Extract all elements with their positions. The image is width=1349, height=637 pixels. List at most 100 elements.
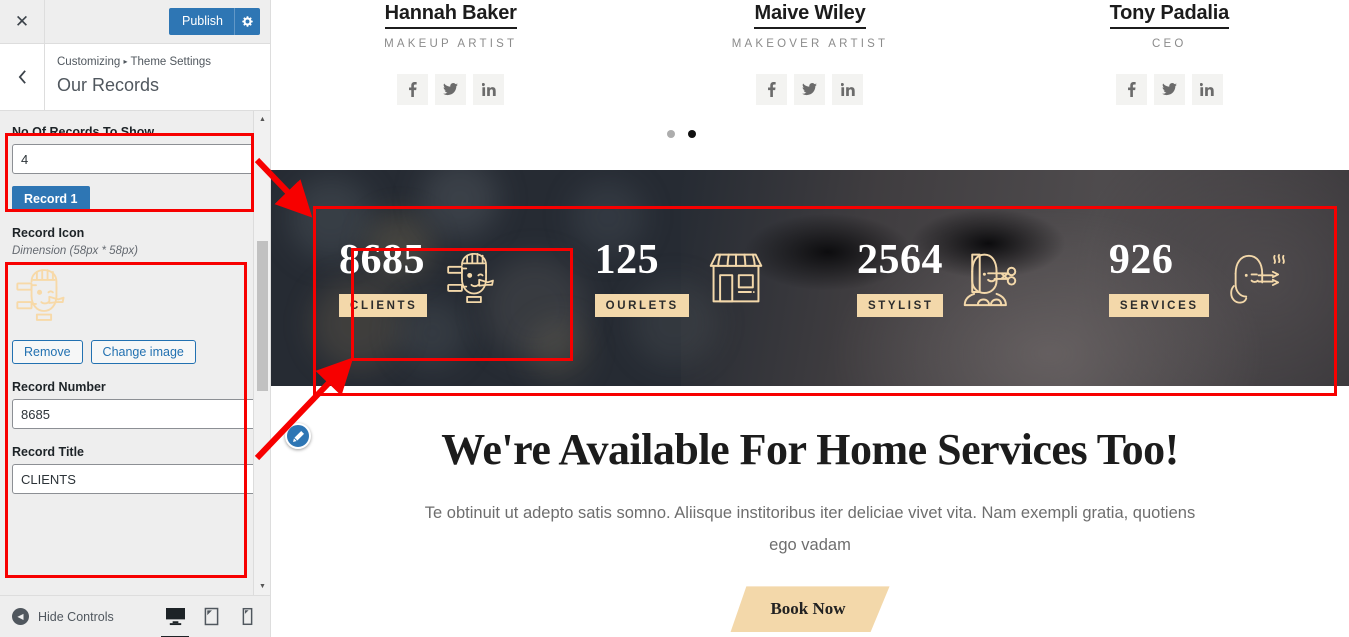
facebook-icon[interactable] — [1115, 74, 1147, 105]
record-icon-buttons: Remove Change image — [12, 340, 258, 364]
record-text: 8685 CLIENTS — [339, 237, 428, 317]
publish-area: Publish — [45, 0, 270, 43]
storefront-icon — [709, 253, 763, 303]
scroll-up-arrow-icon[interactable]: ▲ — [254, 111, 270, 128]
record-number: 8685 — [339, 237, 426, 283]
customizer-screen: ✕ Publish Customizing ▸ Theme Settings O… — [0, 0, 1349, 637]
sidebar-scrollbar[interactable]: ▲ ▼ — [253, 111, 270, 595]
team-member-name[interactable]: Tony Padalia — [1109, 2, 1229, 29]
record-icon — [1225, 249, 1287, 307]
linkedin-icon[interactable] — [473, 74, 505, 105]
record-icon-dimension: Dimension (58px * 58px) — [12, 245, 138, 257]
remove-image-button[interactable]: Remove — [12, 340, 83, 364]
device-desktop-button[interactable] — [161, 605, 189, 637]
page-title: Our Records — [57, 75, 160, 95]
facebook-icon[interactable] — [756, 74, 788, 105]
team-member-socials — [271, 74, 630, 105]
breadcrumb-section: Theme Settings — [130, 56, 212, 68]
record-title-control: Record Title — [12, 445, 258, 494]
device-preview-switcher — [161, 605, 258, 637]
team-member-role: MAKEOVER ARTIST — [731, 38, 889, 50]
home-services-section: We're Available For Home Services Too! T… — [271, 386, 1349, 633]
team-member-role: CEO — [1152, 38, 1187, 50]
tablet-icon — [204, 607, 218, 626]
record-title-label: Record Title — [12, 445, 85, 459]
record-title-input[interactable] — [12, 464, 258, 494]
change-image-button[interactable]: Change image — [90, 340, 196, 364]
back-button[interactable] — [0, 44, 45, 110]
scrollbar-thumb[interactable] — [257, 241, 268, 391]
pencil-edit-icon — [292, 430, 304, 442]
record-icon-label: Record Icon — [12, 226, 85, 240]
record-title: STYLIST — [857, 294, 944, 317]
hide-controls-label: Hide Controls — [38, 609, 114, 624]
record-item: 2564 STYLIST — [810, 239, 1069, 317]
makeup-face-icon — [16, 269, 65, 321]
record-number-input[interactable] — [12, 399, 258, 429]
edit-section-button[interactable] — [285, 423, 311, 449]
desktop-icon — [165, 607, 185, 626]
record-text: 2564 STYLIST — [857, 239, 944, 317]
record-number: 125 — [594, 237, 660, 283]
records-count-control: No Of Records To Show — [12, 125, 258, 174]
hide-controls-button[interactable]: ◀ Hide Controls — [12, 608, 114, 625]
team-member-card: Maive Wiley MAKEOVER ARTIST — [630, 2, 989, 105]
gear-icon[interactable] — [234, 8, 260, 35]
customizer-sidebar: ✕ Publish Customizing ▸ Theme Settings O… — [0, 0, 271, 637]
record-item: 926 SERVICES — [1069, 239, 1328, 317]
record-icon — [443, 249, 505, 307]
book-now-button[interactable]: Book Now — [730, 586, 890, 633]
record-number: 926 — [1108, 237, 1174, 283]
customizer-topbar: ✕ Publish — [0, 0, 270, 44]
twitter-icon[interactable] — [1153, 74, 1185, 105]
scroll-down-arrow-icon[interactable]: ▼ — [254, 578, 270, 595]
team-member-role: MAKEUP ARTIST — [384, 38, 518, 50]
chevron-left-icon — [18, 70, 26, 84]
record-icon — [705, 249, 767, 307]
facebook-icon[interactable] — [397, 74, 429, 105]
records-row: 8685 CLIENTS 125 OURLETS 2564 STYLIST 92… — [271, 170, 1349, 386]
home-services-title: We're Available For Home Services Too! — [441, 425, 1179, 474]
panel-title-block: Customizing ▸ Theme Settings Our Records — [45, 44, 223, 110]
record-title: SERVICES — [1108, 294, 1209, 317]
carousel-dot[interactable] — [666, 130, 675, 138]
team-carousel: Hannah Baker MAKEUP ARTIST Maive Wiley M… — [271, 0, 1349, 105]
breadcrumb-root: Customizing — [57, 56, 121, 68]
device-tablet-button[interactable] — [200, 605, 222, 629]
carousel-dot-active[interactable] — [687, 130, 696, 138]
home-services-description: Te obtinuit ut adepto satis somno. Aliis… — [424, 504, 1196, 555]
records-count-label: No Of Records To Show — [12, 125, 155, 139]
publish-button[interactable]: Publish — [169, 8, 260, 35]
breadcrumb-separator-icon: ▸ — [123, 57, 128, 66]
record-text: 926 SERVICES — [1108, 237, 1209, 317]
device-mobile-button[interactable] — [236, 605, 258, 629]
customizer-footer: ◀ Hide Controls — [0, 595, 270, 637]
customizer-panel-header: Customizing ▸ Theme Settings Our Records — [0, 44, 270, 111]
team-member-name[interactable]: Hannah Baker — [384, 2, 517, 29]
linkedin-icon[interactable] — [1191, 74, 1223, 105]
record-title: OURLETS — [594, 294, 689, 317]
team-member-name[interactable]: Maive Wiley — [754, 2, 866, 29]
hairstylist-scissors-icon — [964, 253, 1017, 307]
record-item: 8685 CLIENTS — [293, 239, 552, 317]
breadcrumb: Customizing ▸ Theme Settings — [57, 54, 211, 70]
team-member-card: Tony Padalia CEO — [990, 2, 1349, 105]
publish-label: Publish — [182, 14, 223, 28]
records-count-input[interactable] — [12, 144, 258, 174]
customizer-controls: No Of Records To Show Record 1 Record Ic… — [0, 111, 270, 595]
linkedin-icon[interactable] — [832, 74, 864, 105]
team-member-socials — [990, 74, 1349, 105]
close-customizer-button[interactable]: ✕ — [0, 0, 45, 43]
mobile-icon — [242, 607, 252, 626]
twitter-icon[interactable] — [435, 74, 467, 105]
record-number-control: Record Number — [12, 380, 258, 429]
record-icon-preview — [12, 265, 258, 330]
record-tab-1[interactable]: Record 1 — [12, 186, 90, 212]
team-member-socials — [630, 74, 989, 105]
twitter-icon[interactable] — [794, 74, 826, 105]
team-member-card: Hannah Baker MAKEUP ARTIST — [271, 2, 630, 105]
record-number-label: Record Number — [12, 380, 106, 394]
record-icon-control: Record Icon Dimension (58px * 58px) Remo… — [12, 226, 258, 364]
makeup-face-icon — [447, 252, 495, 304]
record-text: 125 OURLETS — [594, 237, 689, 317]
